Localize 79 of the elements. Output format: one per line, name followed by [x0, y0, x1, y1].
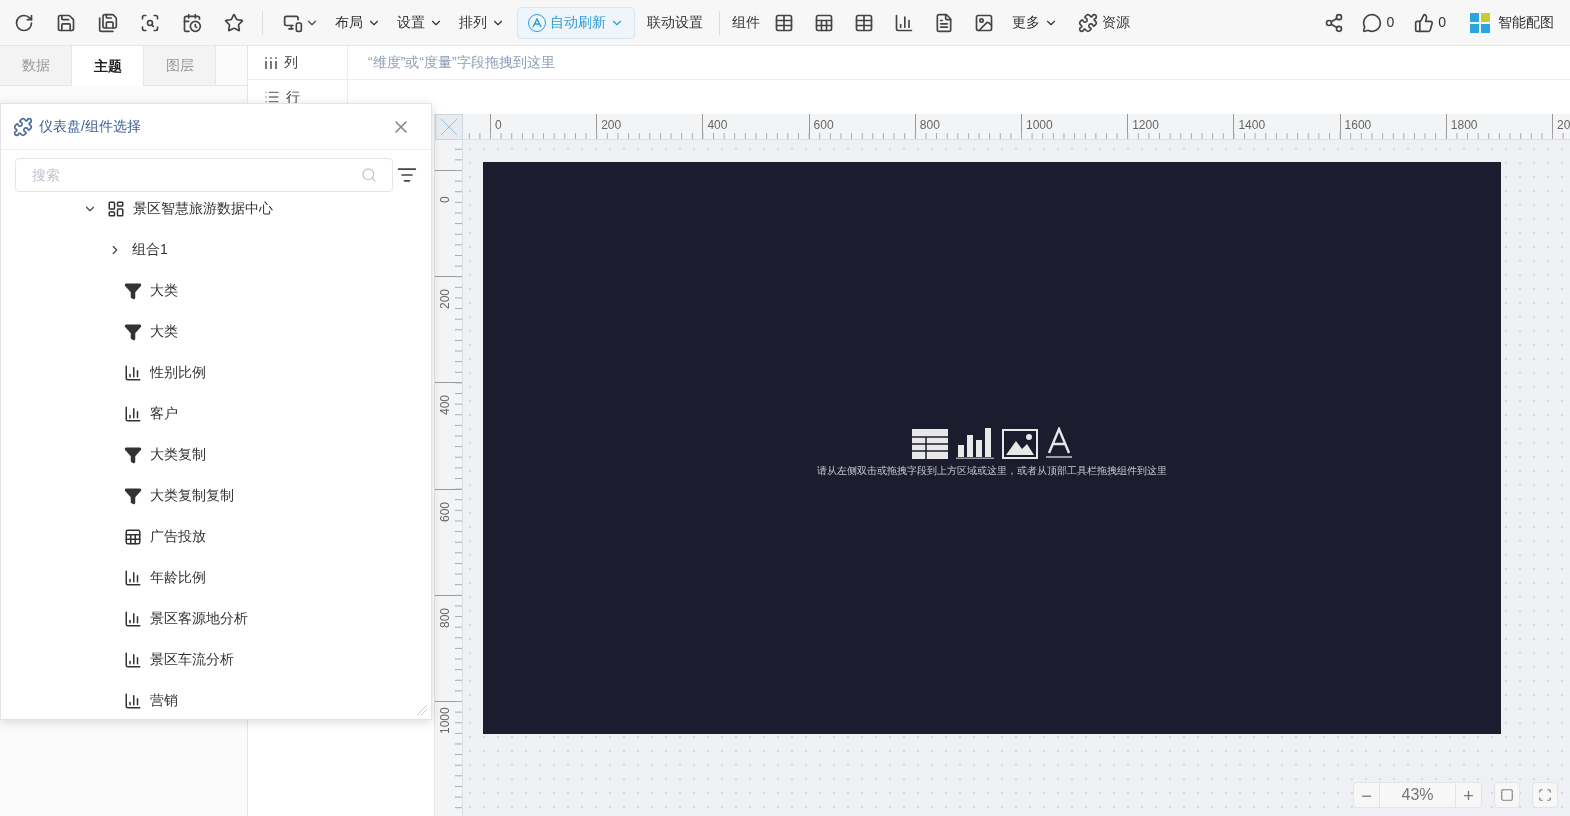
resources-button[interactable]: 资源 — [1066, 6, 1142, 39]
zoom-out-button[interactable]: − — [1354, 783, 1380, 807]
ruler-label: 800 — [437, 607, 453, 628]
sidebar-tab[interactable]: 主题 — [72, 46, 144, 86]
bar-chart-icon — [124, 404, 142, 423]
auto-icon — [532, 17, 542, 28]
filter-icon[interactable] — [397, 165, 417, 185]
ruler-label: 1200 — [1132, 117, 1159, 134]
columns-icon — [264, 55, 278, 70]
table-icon — [912, 428, 948, 459]
bar-chart-icon — [124, 568, 142, 587]
ruler-label: 1400 — [1238, 117, 1266, 134]
bar-chart-icon — [124, 363, 142, 382]
bar-chart-icon — [956, 426, 994, 459]
bar-chart-icon — [124, 650, 142, 669]
puzzle-icon — [13, 116, 33, 137]
rows-icon — [264, 89, 280, 105]
ruler-label: 400 — [707, 117, 728, 134]
ruler-label: 1800 — [1450, 117, 1478, 134]
drop-hint: “维度”或“度量”字段拖拽到这里 — [367, 53, 555, 72]
tree-item[interactable]: 年龄比例 — [150, 567, 206, 588]
funnel-icon — [124, 486, 142, 505]
search-field[interactable]: 搜索 — [15, 158, 393, 192]
zoom-in-button[interactable]: + — [1455, 783, 1481, 807]
layout-menu[interactable]: 布局 — [327, 6, 389, 39]
tree-item[interactable]: 大类复制复制 — [150, 485, 234, 506]
ruler-label: 400 — [437, 395, 453, 416]
tree-item[interactable]: 客户 — [150, 403, 178, 424]
search-icon — [361, 167, 377, 183]
bar-chart-icon — [124, 609, 142, 628]
funnel-icon — [124, 445, 142, 464]
more-menu[interactable]: 更多 — [1004, 6, 1066, 39]
linkage-button[interactable]: 联动设置 — [635, 6, 715, 39]
tree-item[interactable]: 大类 — [150, 321, 178, 342]
settings-menu[interactable]: 设置 — [389, 6, 451, 39]
ruler-label: 1000 — [1026, 117, 1053, 134]
tree-item[interactable]: 景区智慧旅游数据中心 — [133, 198, 273, 219]
tree-item[interactable]: 景区客源地分析 — [150, 608, 248, 629]
image-icon — [1002, 428, 1038, 459]
comment-button[interactable]: 0 — [1362, 6, 1395, 39]
tree-item[interactable]: 营销 — [150, 690, 178, 711]
grid-logo-icon — [1470, 12, 1490, 33]
text-icon — [1046, 426, 1072, 459]
tree-item[interactable]: 大类 — [150, 280, 178, 301]
tree-item[interactable]: 景区车流分析 — [150, 649, 234, 670]
ruler-label: 1600 — [1344, 117, 1372, 134]
fit-selection-button[interactable] — [1494, 782, 1520, 808]
arrange-menu[interactable]: 排列 — [451, 6, 513, 39]
table-icon — [124, 527, 142, 546]
ruler-label: 20 — [1557, 117, 1570, 134]
puzzle-icon — [1078, 12, 1098, 33]
smart-chart-button[interactable]: 智能配图 — [1470, 6, 1554, 39]
dashed-square-icon — [1500, 788, 1514, 802]
columns-label: 列 — [284, 53, 298, 72]
panel-title: 仪表盘/组件选择 — [39, 117, 141, 136]
tree-item[interactable]: 大类复制 — [150, 444, 206, 465]
ruler-label: 600 — [437, 501, 453, 522]
empty-board-hint: 请从左侧双击或拖拽字段到上方区域或这里，或者从顶部工具栏拖拽组件到这里 — [817, 463, 1167, 478]
dashboard-icon — [107, 199, 125, 218]
ruler-label: 600 — [813, 117, 834, 134]
zoom-level: 43% — [1400, 785, 1435, 805]
ruler-label: 200 — [437, 289, 453, 310]
tree-item[interactable]: 性别比例 — [150, 362, 206, 383]
components-label: 组件 — [731, 13, 761, 32]
like-button[interactable]: 0 — [1414, 6, 1446, 39]
tree-item[interactable]: 广告投放 — [150, 526, 206, 547]
thumbs-up-icon — [1414, 12, 1435, 33]
ruler-label: 0 — [437, 196, 453, 203]
ruler-label: 200 — [601, 117, 622, 134]
resize-grip-icon[interactable] — [417, 705, 427, 715]
ruler-label: 800 — [919, 117, 940, 134]
tree-item[interactable]: 组合1 — [132, 239, 168, 260]
ruler-label: 0 — [495, 117, 502, 134]
funnel-icon — [124, 281, 142, 300]
bar-chart-icon — [124, 691, 142, 710]
fit-screen-icon — [1538, 788, 1552, 802]
ruler-label: 1000 — [437, 707, 453, 734]
comment-icon — [1362, 12, 1383, 33]
funnel-icon — [124, 322, 142, 341]
